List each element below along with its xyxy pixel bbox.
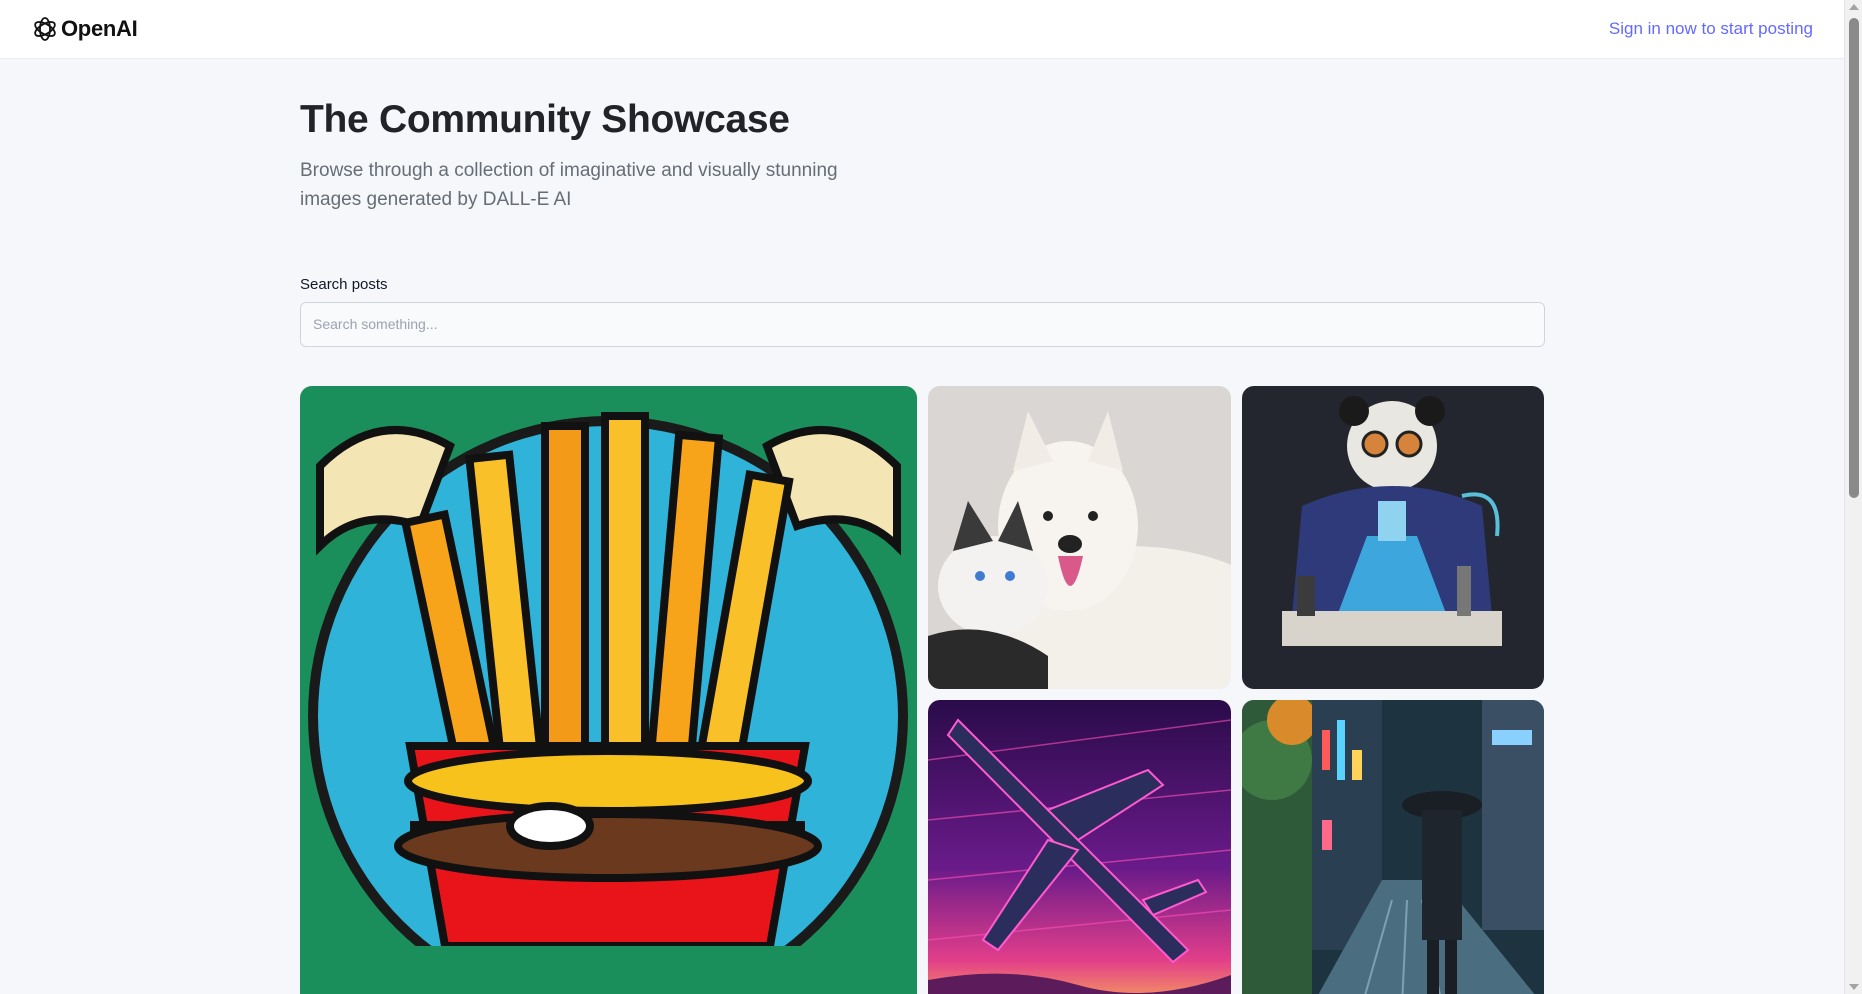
scroll-up-arrow-icon[interactable] [1849,4,1859,10]
scroll-thumb[interactable] [1849,18,1859,498]
sign-in-link[interactable]: Sign in now to start posting [1609,19,1813,39]
image-gallery [300,386,1545,994]
top-navbar: OpenAI Sign in now to start posting [0,0,1844,59]
gallery-card[interactable] [928,386,1231,689]
rainy-city-street-image [1242,700,1544,994]
gallery-card[interactable] [300,386,917,994]
stained-glass-fries-burger-image [300,386,917,994]
gallery-card[interactable] [1242,386,1544,689]
search-label: Search posts [300,275,388,293]
page-title: The Community Showcase [300,98,790,141]
gallery-card[interactable] [928,700,1231,994]
dog-and-cat-image [928,386,1231,689]
search-input[interactable] [300,301,1545,347]
page-scrollbar[interactable] [1844,0,1862,994]
scroll-down-arrow-icon[interactable] [1849,984,1859,990]
brand-name: OpenAI [61,16,138,41]
gallery-card[interactable] [1242,700,1544,994]
main-content: The Community Showcase Browse through a … [300,59,1545,994]
neon-airplane-image [928,700,1231,994]
panda-scientist-image [1242,386,1544,689]
openai-logo-icon [31,15,59,43]
openai-logo-link[interactable]: OpenAI [31,15,138,43]
page-subtitle: Browse through a collection of imaginati… [300,159,838,210]
